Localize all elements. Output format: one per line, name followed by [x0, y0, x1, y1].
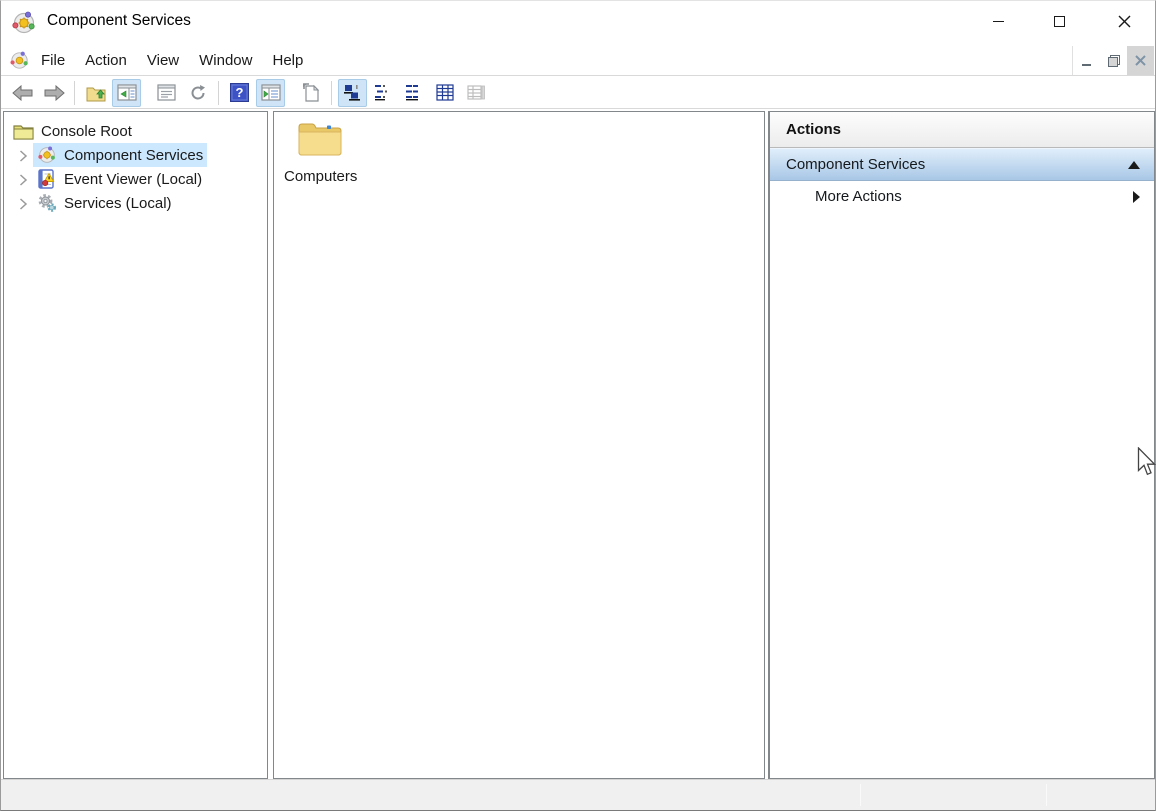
mdi-restore-icon	[1108, 55, 1120, 67]
toolbar-separator	[74, 81, 75, 105]
refresh-button[interactable]	[183, 79, 212, 107]
details-view-button[interactable]	[431, 79, 460, 107]
filter-view-button[interactable]	[462, 79, 491, 107]
tree-item-label: Component Services	[64, 147, 203, 164]
large-icons-icon	[343, 84, 362, 101]
folder-open-icon	[13, 121, 34, 141]
mdi-minimize-button[interactable]	[1073, 46, 1100, 75]
properties-window-icon	[157, 84, 176, 101]
toolbar: ?	[1, 77, 1155, 109]
list-view-button[interactable]	[400, 79, 429, 107]
maximize-icon	[1054, 16, 1065, 27]
actions-pane-header: Actions	[770, 112, 1154, 148]
chevron-right-icon[interactable]	[19, 173, 28, 185]
more-actions-label: More Actions	[815, 188, 1133, 205]
chevron-up-icon	[1128, 161, 1140, 169]
actions-pane-title: Actions	[786, 121, 841, 138]
tree-item-component-services[interactable]: Component Services	[4, 143, 267, 167]
chevron-right-icon[interactable]	[19, 197, 28, 209]
minimize-button[interactable]	[975, 1, 1021, 41]
computers-folder-item[interactable]: Computers	[284, 120, 356, 185]
svg-text:?: ?	[236, 85, 244, 100]
arrow-right-icon	[43, 85, 65, 101]
close-button[interactable]	[1101, 1, 1147, 41]
chevron-right-icon[interactable]	[19, 149, 28, 161]
console-tree-window-icon	[117, 84, 137, 101]
menu-file[interactable]: File	[31, 45, 75, 75]
title-bar: Component Services	[1, 1, 1155, 45]
show-hide-action-pane-button[interactable]	[256, 79, 285, 107]
properties-button[interactable]	[152, 79, 181, 107]
details-view-icon	[436, 84, 455, 101]
tree-item-event-viewer[interactable]: Event Viewer (Local)	[4, 167, 267, 191]
maximize-button[interactable]	[1036, 1, 1082, 41]
show-hide-console-tree-button[interactable]	[112, 79, 141, 107]
small-icons-icon	[374, 84, 393, 101]
help-button[interactable]: ?	[225, 79, 254, 107]
window-title: Component Services	[47, 12, 191, 30]
component-services-window: Component Services File Acti	[0, 0, 1156, 811]
large-icons-view-button[interactable]	[338, 79, 367, 107]
event-viewer-icon	[36, 169, 57, 189]
mdi-restore-button[interactable]	[1100, 46, 1127, 75]
close-icon	[1118, 15, 1131, 28]
menu-view[interactable]: View	[137, 45, 189, 75]
mdi-minimize-icon	[1082, 64, 1091, 66]
export-list-page-icon	[302, 83, 320, 102]
action-pane-window-icon	[261, 84, 281, 101]
toolbar-separator	[331, 81, 332, 105]
mdi-close-button[interactable]	[1127, 46, 1154, 75]
back-button[interactable]	[8, 79, 37, 107]
menu-help[interactable]: Help	[262, 45, 313, 75]
export-list-button[interactable]	[296, 79, 325, 107]
help-question-icon: ?	[230, 83, 249, 102]
results-pane: Computers	[273, 111, 765, 779]
menu-bar: File Action View Window Help	[1, 45, 1155, 76]
computers-folder-label: Computers	[284, 168, 356, 185]
actions-pane: Actions Component Services More Actions	[768, 111, 1155, 779]
minimize-icon	[993, 21, 1004, 22]
actions-section-component-services[interactable]: Component Services	[770, 148, 1154, 181]
list-view-icon	[405, 84, 424, 101]
table-grid-disabled-icon	[467, 84, 486, 101]
menu-items: File Action View Window Help	[31, 45, 313, 75]
folder-icon	[284, 120, 356, 162]
menu-action[interactable]: Action	[75, 45, 137, 75]
tree-item-label: Console Root	[41, 123, 132, 140]
mdi-window-controls	[1072, 46, 1154, 75]
forward-button[interactable]	[39, 79, 68, 107]
small-icons-view-button[interactable]	[369, 79, 398, 107]
status-bar-divider	[1046, 784, 1047, 806]
toolbar-separator	[218, 81, 219, 105]
mdi-close-icon	[1135, 55, 1146, 66]
refresh-icon	[189, 84, 207, 102]
console-tree-pane: Console Root	[3, 111, 268, 779]
actions-section-title: Component Services	[786, 156, 1128, 173]
component-services-icon	[36, 145, 57, 165]
mdi-system-menu-icon[interactable]	[9, 50, 30, 71]
services-gear-icon	[36, 193, 57, 213]
component-services-icon	[11, 10, 37, 36]
status-bar-divider	[860, 784, 861, 806]
more-actions-item[interactable]: More Actions	[770, 181, 1154, 212]
menu-window[interactable]: Window	[189, 45, 262, 75]
folder-up-arrow-icon	[86, 84, 106, 102]
tree-item-label: Event Viewer (Local)	[64, 171, 202, 188]
up-one-level-button[interactable]	[81, 79, 110, 107]
tree-item-label: Services (Local)	[64, 195, 172, 212]
arrow-left-icon	[12, 85, 34, 101]
tree-item-services[interactable]: Services (Local)	[4, 191, 267, 215]
tree-item-console-root[interactable]: Console Root	[4, 119, 267, 143]
status-bar	[1, 779, 1155, 810]
arrow-right-small-icon	[1133, 191, 1140, 203]
